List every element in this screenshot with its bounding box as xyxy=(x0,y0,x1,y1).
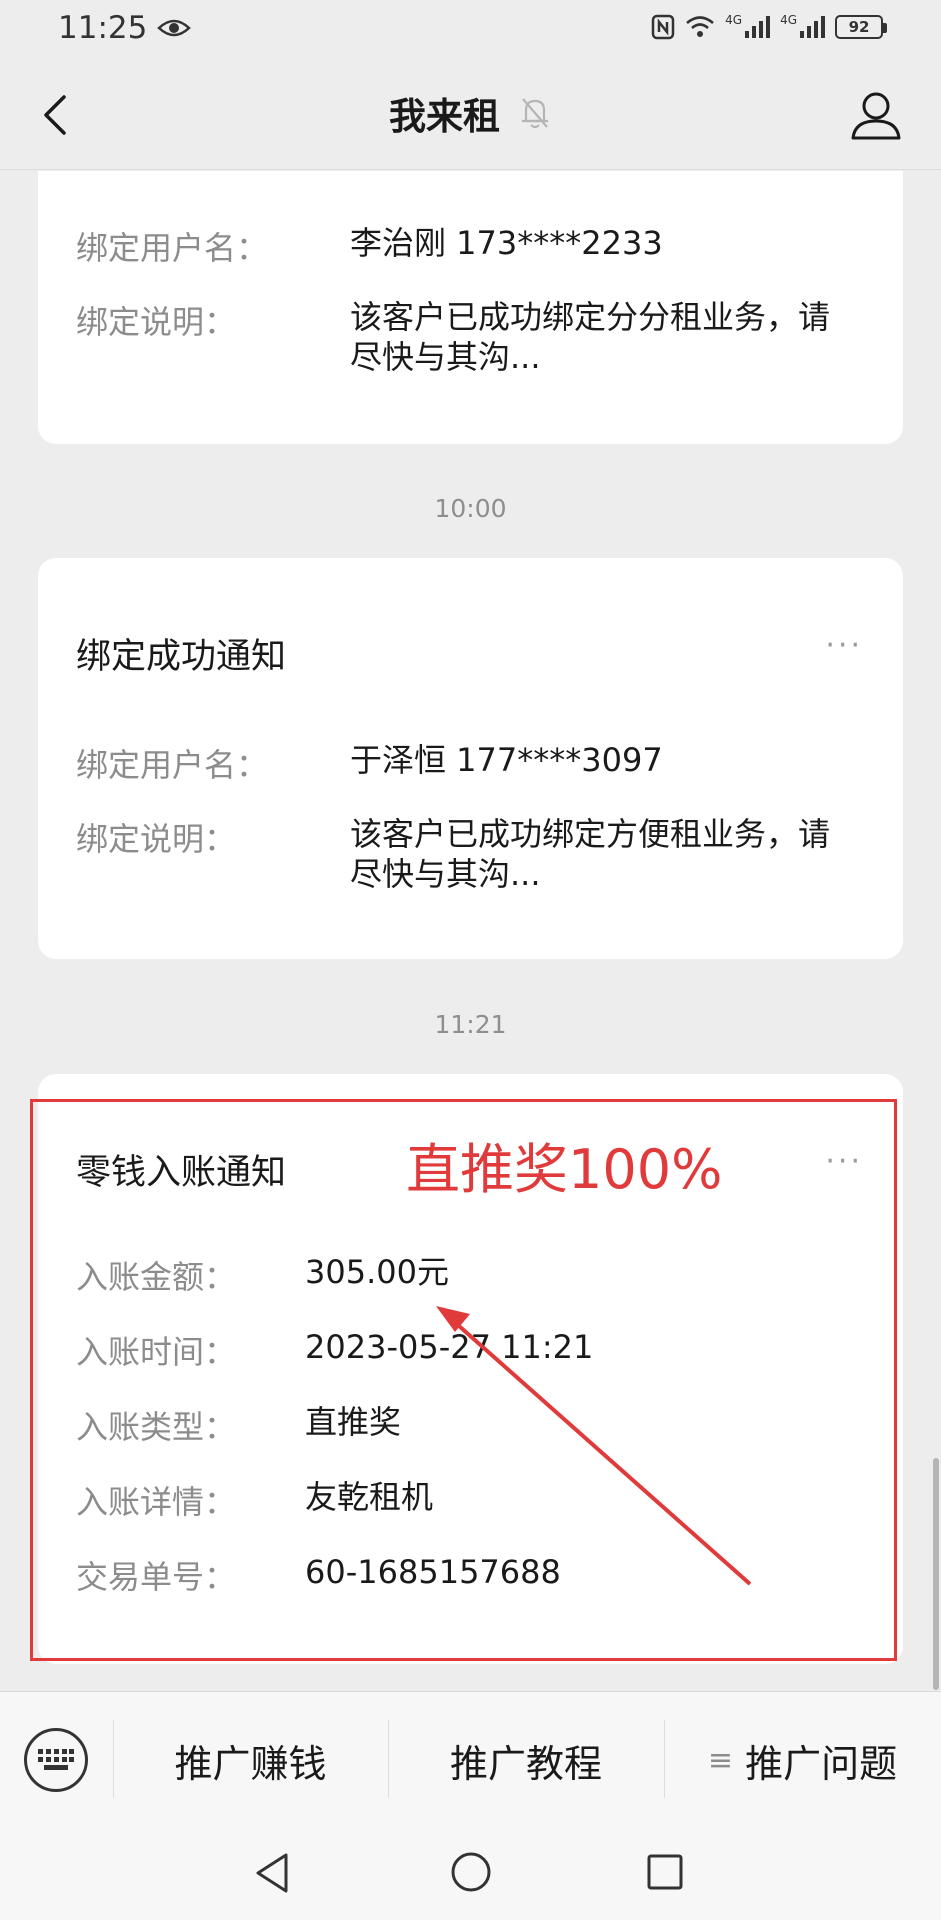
eye-icon xyxy=(157,19,192,37)
card-title: 绑定成功通知 xyxy=(76,637,287,677)
status-time-group: 11:25 xyxy=(58,10,192,46)
menu-item-promote-earn[interactable]: 推广赚钱 xyxy=(113,1720,388,1800)
row-label: 绑定说明： xyxy=(76,303,237,341)
message-card: 绑定用户名： 李治刚 173****2233 绑定说明： 该客户已成功绑定分分租… xyxy=(38,171,903,444)
row-value: 2023-05-27 11:21 xyxy=(305,1328,594,1366)
card-row: 入账时间： 2023-05-27 11:21 xyxy=(76,1327,873,1373)
card-row: 入账类型： 直推奖 xyxy=(76,1402,873,1448)
timestamp: 10:00 xyxy=(434,494,507,523)
row-value: 该客户已成功绑定分分租业务，请尽快与其沟... xyxy=(350,298,831,376)
row-label: 入账类型： xyxy=(76,1408,237,1446)
card-row: 绑定说明： 该客户已成功绑定分分租业务，请尽快与其沟... xyxy=(76,297,873,377)
row-value: 305.00元 xyxy=(305,1253,449,1291)
card-title: 零钱入账通知 xyxy=(76,1153,287,1193)
keyboard-toggle-button[interactable] xyxy=(24,1728,88,1792)
signal-icon-2 xyxy=(800,16,825,38)
row-value: 直推奖 xyxy=(305,1403,402,1441)
status-icons: 4G 4G 92 xyxy=(651,13,887,40)
nfc-icon xyxy=(651,14,675,40)
menu-item-label: 推广赚钱 xyxy=(174,1741,327,1786)
signal-icon-1 xyxy=(745,16,771,38)
more-options-icon[interactable]: ··· xyxy=(825,628,863,663)
profile-button[interactable] xyxy=(849,88,903,142)
status-time: 11:25 xyxy=(58,10,148,46)
home-circle-icon[interactable] xyxy=(450,1851,492,1893)
network-label-1: 4G xyxy=(725,13,743,27)
card-row: 绑定用户名： 李治刚 173****2233 xyxy=(76,223,873,269)
submenu-icon: ≡ xyxy=(707,1742,734,1778)
keyboard-icon xyxy=(38,1749,74,1770)
message-list[interactable]: 绑定用户名： 李治刚 173****2233 绑定说明： 该客户已成功绑定分分租… xyxy=(0,171,941,1691)
menu-item-label: 推广教程 xyxy=(449,1741,602,1786)
status-bar: 11:25 4G 4G 92 xyxy=(0,0,941,60)
row-label: 交易单号： xyxy=(76,1558,237,1596)
menu-item-promote-faq[interactable]: ≡ 推广问题 xyxy=(664,1720,941,1800)
card-row: 入账详情： 友乾租机 xyxy=(76,1477,873,1523)
row-value: 60-1685157688 xyxy=(305,1553,561,1591)
recents-square-icon[interactable] xyxy=(646,1853,684,1891)
page-title: 我来租 xyxy=(389,95,500,138)
row-label: 入账时间： xyxy=(76,1333,237,1371)
card-row: 绑定用户名： 于泽恒 177****3097 xyxy=(76,740,873,786)
battery-icon: 92 xyxy=(835,15,887,39)
row-label: 绑定用户名： xyxy=(76,229,269,267)
mute-bell-icon xyxy=(522,98,548,129)
user-icon xyxy=(851,92,901,140)
bottom-menu: 推广赚钱 推广教程 ≡ 推广问题 xyxy=(0,1691,941,1825)
wifi-icon xyxy=(686,16,714,37)
card-row: 交易单号： 60-1685157688 xyxy=(76,1552,873,1598)
row-value: 李治刚 173****2233 xyxy=(350,224,663,262)
menu-item-promote-tutorial[interactable]: 推广教程 xyxy=(388,1720,664,1800)
system-nav-bar xyxy=(0,1825,941,1920)
more-options-icon[interactable]: ··· xyxy=(825,1144,863,1179)
row-value: 该客户已成功绑定方便租业务，请尽快与其沟... xyxy=(350,815,831,893)
scrollbar[interactable] xyxy=(933,1458,939,1690)
row-value: 于泽恒 177****3097 xyxy=(350,741,663,779)
row-label: 绑定用户名： xyxy=(76,746,269,784)
battery-level: 92 xyxy=(848,18,870,36)
card-row: 绑定说明： 该客户已成功绑定方便租业务，请尽快与其沟... xyxy=(76,814,873,894)
message-card: 绑定成功通知 ··· 绑定用户名： 于泽恒 177****3097 绑定说明： … xyxy=(38,558,903,959)
annotation-text: 直推奖100% xyxy=(406,1138,723,1201)
menu-item-label: 推广问题 xyxy=(745,1741,898,1786)
card-row: 入账金额： 305.00元 xyxy=(76,1252,873,1298)
back-triangle-icon[interactable] xyxy=(252,1851,292,1895)
row-label: 入账详情： xyxy=(76,1483,237,1521)
row-label: 入账金额： xyxy=(76,1258,237,1296)
row-value: 友乾租机 xyxy=(305,1478,434,1516)
network-label-2: 4G xyxy=(780,13,797,27)
timestamp: 11:21 xyxy=(434,1010,507,1039)
row-label: 绑定说明： xyxy=(76,820,237,858)
nav-bar: 我来租 xyxy=(0,60,941,170)
nav-title-group: 我来租 xyxy=(0,86,941,140)
